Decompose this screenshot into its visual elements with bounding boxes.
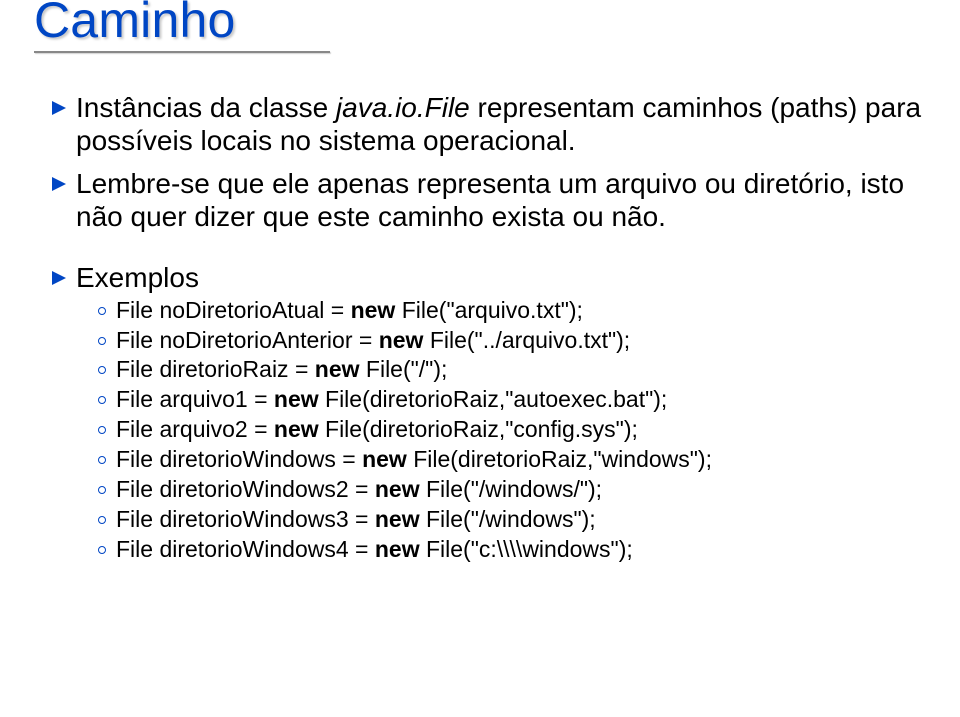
code-bold: new — [315, 356, 366, 382]
code-run: File("/windows/"); — [426, 476, 602, 502]
code-run: File(diretorioRaiz,"windows"); — [413, 446, 712, 472]
code-text: File noDiretorioAtual = new File("arquiv… — [116, 296, 583, 326]
ring-icon — [98, 456, 106, 464]
ring-icon — [98, 366, 106, 374]
code-text: File arquivo2 = new File(diretorioRaiz,"… — [116, 415, 638, 445]
code-line: File noDiretorioAtual = new File("arquiv… — [98, 296, 926, 326]
code-text: File diretorioWindows = new File(diretor… — [116, 445, 712, 475]
bullet-item: Exemplos — [52, 261, 926, 294]
code-bold: new — [375, 536, 426, 562]
code-line: File diretorioWindows2 = new File("/wind… — [98, 475, 926, 505]
text-italic: java.io.File — [336, 92, 478, 123]
code-run: File("/windows"); — [426, 506, 596, 532]
code-run: File arquivo1 = — [116, 386, 274, 412]
arrow-icon — [52, 177, 70, 191]
slide: Caminho Instâncias da classe java.io.Fil… — [0, 0, 960, 711]
code-line: File diretorioWindows3 = new File("/wind… — [98, 505, 926, 535]
ring-icon — [98, 546, 106, 554]
code-text: File arquivo1 = new File(diretorioRaiz,"… — [116, 385, 667, 415]
text-run: Instâncias da classe — [76, 92, 336, 123]
code-text: File diretorioRaiz = new File("/"); — [116, 355, 447, 385]
slide-content: Instâncias da classe java.io.File repres… — [34, 91, 926, 565]
code-run: File noDiretorioAtual = — [116, 297, 351, 323]
code-bold: new — [379, 327, 430, 353]
code-bold: new — [362, 446, 413, 472]
code-text: File noDiretorioAnterior = new File("../… — [116, 326, 630, 356]
code-bold: new — [351, 297, 402, 323]
code-run: File(diretorioRaiz,"autoexec.bat"); — [325, 386, 667, 412]
arrow-icon — [52, 271, 70, 285]
code-text: File diretorioWindows4 = new File("c:\\\… — [116, 535, 633, 565]
code-text: File diretorioWindows3 = new File("/wind… — [116, 505, 596, 535]
ring-icon — [98, 426, 106, 434]
code-run: File diretorioWindows = — [116, 446, 362, 472]
code-run: File diretorioWindows2 = — [116, 476, 375, 502]
code-run: File diretorioWindows4 = — [116, 536, 375, 562]
code-run: File noDiretorioAnterior = — [116, 327, 379, 353]
paragraph-2: Lembre-se que ele apenas representa um a… — [76, 167, 926, 233]
code-run: File("/"); — [366, 356, 448, 382]
ring-icon — [98, 307, 106, 315]
examples-list: File noDiretorioAtual = new File("arquiv… — [98, 296, 926, 565]
code-line: File diretorioWindows4 = new File("c:\\\… — [98, 535, 926, 565]
code-run: File("arquivo.txt"); — [402, 297, 583, 323]
code-line: File arquivo1 = new File(diretorioRaiz,"… — [98, 385, 926, 415]
code-bold: new — [274, 386, 325, 412]
title-underline — [34, 51, 330, 53]
paragraph-1: Instâncias da classe java.io.File repres… — [76, 91, 926, 157]
ring-icon — [98, 486, 106, 494]
arrow-icon — [52, 101, 70, 115]
code-run: File diretorioRaiz = — [116, 356, 315, 382]
code-line: File noDiretorioAnterior = new File("../… — [98, 326, 926, 356]
code-line: File diretorioWindows = new File(diretor… — [98, 445, 926, 475]
code-run: File arquivo2 = — [116, 416, 274, 442]
bullet-item: Lembre-se que ele apenas representa um a… — [52, 167, 926, 233]
code-run: File("../arquivo.txt"); — [430, 327, 630, 353]
ring-icon — [98, 396, 106, 404]
slide-title: Caminho — [34, 0, 926, 47]
bullet-item: Instâncias da classe java.io.File repres… — [52, 91, 926, 157]
code-run: File("c:\\\\windows"); — [426, 536, 633, 562]
code-run: File diretorioWindows3 = — [116, 506, 375, 532]
code-text: File diretorioWindows2 = new File("/wind… — [116, 475, 602, 505]
code-line: File diretorioRaiz = new File("/"); — [98, 355, 926, 385]
code-run: File(diretorioRaiz,"config.sys"); — [325, 416, 638, 442]
ring-icon — [98, 516, 106, 524]
ring-icon — [98, 337, 106, 345]
spacer — [52, 243, 926, 261]
code-line: File arquivo2 = new File(diretorioRaiz,"… — [98, 415, 926, 445]
code-bold: new — [375, 476, 426, 502]
examples-label: Exemplos — [76, 261, 199, 294]
code-bold: new — [375, 506, 426, 532]
code-bold: new — [274, 416, 325, 442]
